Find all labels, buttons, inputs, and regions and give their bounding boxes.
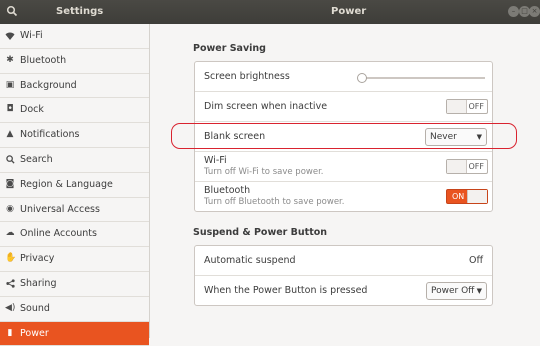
suspend-heading: Suspend & Power Button — [193, 227, 328, 238]
toggle-state: OFF — [468, 102, 485, 111]
automatic-suspend-value: Off — [468, 255, 483, 266]
sidebar-item-sound[interactable]: ◀) Sound — [0, 297, 149, 322]
power-panel: Power Saving Screen brightness Dim scree… — [150, 24, 540, 338]
sidebar-item-bluetooth[interactable]: ✱ Bluetooth — [0, 49, 149, 74]
toggle-state: ON — [452, 192, 465, 201]
title-bar: Settings Power – □ × — [0, 0, 540, 24]
battery-icon: ▮ — [7, 327, 13, 338]
search-icon — [5, 148, 15, 175]
toggle-slot — [467, 190, 487, 203]
sidebar-item-dock[interactable]: ◘ Dock — [0, 98, 149, 124]
automatic-suspend-label: Automatic suspend — [204, 255, 296, 266]
dock-icon: ◘ — [6, 104, 14, 115]
suspend-frame: Automatic suspend Off When the Power But… — [194, 245, 493, 306]
toggle-slot — [447, 160, 467, 173]
sidebar-item-label: Search — [20, 153, 53, 165]
bell-icon: ▲ — [6, 129, 14, 140]
toggle-state: OFF — [468, 162, 485, 171]
sidebar-item-label: Region & Language — [20, 178, 113, 190]
sidebar-item-label: Wi-Fi — [20, 30, 43, 41]
sidebar-item-universal-access[interactable]: ◉ Universal Access — [0, 198, 149, 223]
dropdown-value: Power Off — [431, 286, 475, 296]
sidebar-item-sharing[interactable]: Sharing — [0, 272, 149, 297]
sidebar-item-privacy[interactable]: ✋ Privacy — [0, 247, 149, 272]
sidebar-item-label: Sound — [20, 302, 50, 314]
sidebar-item-label: Power — [20, 327, 49, 339]
cloud-icon: ☁ — [5, 228, 15, 239]
bluetooth-power-row: Bluetooth Turn off Bluetooth to save pow… — [195, 182, 492, 211]
screen-brightness-row: Screen brightness — [195, 62, 492, 92]
wifi-power-toggle[interactable]: OFF — [446, 159, 488, 174]
camera-icon: ◙ — [5, 178, 15, 189]
dim-screen-label: Dim screen when inactive — [204, 101, 328, 112]
bluetooth-power-description: Turn off Bluetooth to save power. — [204, 197, 345, 207]
bluetooth-power-toggle[interactable]: ON — [446, 189, 488, 204]
sidebar-item-power[interactable]: ▮ Power — [0, 321, 149, 346]
power-button-dropdown[interactable]: Power Off ▼ — [426, 282, 487, 300]
power-button-row: When the Power Button is pressed Power O… — [195, 276, 492, 305]
sidebar-item-region-language[interactable]: ◙ Region & Language — [0, 173, 149, 198]
background-icon: ▣ — [5, 79, 15, 90]
chevron-down-icon: ▼ — [476, 287, 482, 295]
speaker-icon: ◀) — [5, 302, 16, 313]
sidebar-item-label: Notifications — [20, 129, 80, 141]
sidebar-item-online-accounts[interactable]: ☁ Online Accounts — [0, 222, 149, 248]
power-button-label: When the Power Button is pressed — [204, 285, 368, 296]
screen-brightness-slider[interactable] — [357, 73, 485, 83]
sidebar-item-label: Background — [20, 79, 77, 91]
sidebar-item-label: Privacy — [20, 253, 55, 265]
bluetooth-power-label: Bluetooth — [204, 185, 251, 196]
minimize-icon[interactable]: – — [508, 6, 519, 17]
automatic-suspend-row[interactable]: Automatic suspend Off — [195, 246, 492, 276]
sidebar-item-label: Bluetooth — [20, 54, 67, 66]
wifi-icon — [5, 24, 15, 52]
settings-title: Settings — [56, 6, 104, 17]
dim-screen-toggle[interactable]: OFF — [446, 99, 488, 114]
bluetooth-icon: ✱ — [6, 54, 14, 65]
sidebar-item-wifi[interactable]: Wi-Fi — [0, 24, 149, 49]
share-icon — [5, 272, 15, 299]
sidebar-item-background[interactable]: ▣ Background — [0, 74, 149, 99]
accessibility-icon: ◉ — [6, 203, 14, 214]
blank-screen-highlight — [171, 123, 517, 149]
wifi-power-label: Wi-Fi — [204, 155, 227, 166]
sidebar-item-label: Universal Access — [20, 203, 100, 215]
sidebar: Wi-Fi ✱ Bluetooth ▣ Background ◘ Dock ▲ … — [0, 24, 149, 346]
close-icon[interactable]: × — [529, 6, 540, 17]
toggle-slot — [447, 100, 467, 113]
search-icon[interactable] — [6, 5, 20, 19]
sidebar-item-search[interactable]: Search — [0, 148, 149, 173]
sidebar-item-label: Dock — [20, 104, 44, 116]
wifi-power-description: Turn off Wi-Fi to save power. — [204, 167, 324, 177]
sidebar-item-label: Online Accounts — [20, 228, 97, 240]
power-saving-heading: Power Saving — [193, 43, 266, 54]
hand-icon: ✋ — [5, 253, 17, 264]
sidebar-item-notifications[interactable]: ▲ Notifications — [0, 123, 149, 148]
screen-brightness-label: Screen brightness — [204, 71, 290, 82]
panel-title: Power — [331, 6, 367, 17]
dim-screen-row: Dim screen when inactive OFF — [195, 92, 492, 122]
wifi-power-row: Wi-Fi Turn off Wi-Fi to save power. OFF — [195, 152, 492, 182]
sidebar-item-label: Sharing — [20, 277, 57, 289]
slider-knob[interactable] — [357, 73, 367, 83]
